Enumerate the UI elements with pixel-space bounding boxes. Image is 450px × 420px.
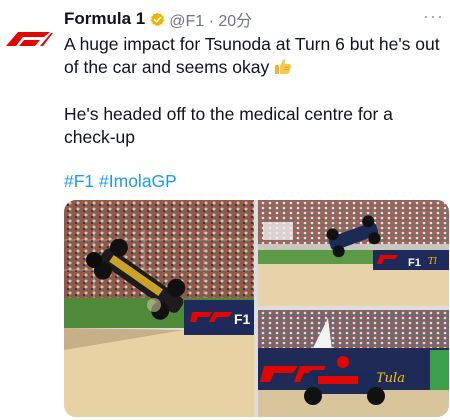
crash-photo-3[interactable]: F1 Tula [258,310,449,417]
author-name[interactable]: Formula 1 [64,9,145,29]
thumbs-up-emoji [274,59,292,77]
crash-photo-1[interactable]: F1 [64,200,254,417]
handle-and-time[interactable]: @F1 · 20分 [169,7,252,31]
photo2-banner-text: F1 [408,257,421,269]
avatar[interactable] [4,26,54,50]
verified-badge-icon [150,12,165,26]
f1-logo-icon [6,32,53,46]
crash-photo-2[interactable]: F1 Tl [258,200,449,306]
more-icon[interactable]: ··· [423,6,444,27]
svg-text:Tl: Tl [428,257,437,267]
tweet-text: A huge impact for Tsunoda at Turn 6 but … [64,33,442,149]
hashtag-imolagp[interactable]: #ImolaGP [99,171,177,191]
tweet-body-line2: He's headed off to the medical centre fo… [64,104,393,147]
hashtag-f1[interactable]: #F1 [64,171,94,191]
svg-text:Tula: Tula [376,371,405,386]
hashtags: #F1 #ImolaGP [64,171,177,192]
photo1-banner-text: F1 [234,311,251,327]
tweet-header: Formula 1 @F1 · 20分 [64,7,440,31]
media-grid: F1 F1 Tl Tula [64,200,449,417]
tweet-body-line1: A huge impact for Tsunoda at Turn 6 but … [64,34,440,77]
